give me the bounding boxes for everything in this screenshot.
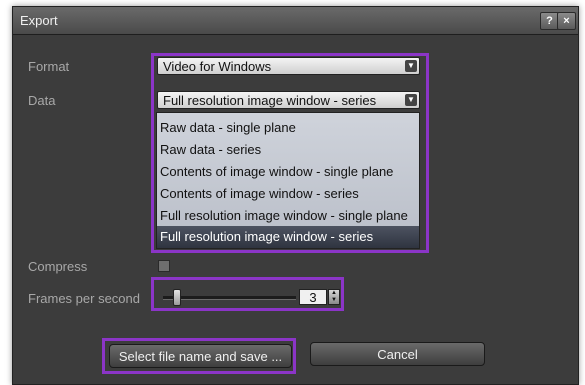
title-bar: Export ? × — [13, 7, 578, 35]
cancel-button[interactable]: Cancel — [310, 342, 485, 366]
data-label: Data — [28, 93, 56, 108]
dialog-title: Export — [20, 13, 58, 28]
close-button[interactable]: × — [557, 12, 576, 30]
format-label: Format — [28, 59, 70, 74]
highlight-save-button — [102, 338, 296, 374]
frames-label: Frames per second — [28, 291, 140, 306]
compress-checkbox[interactable] — [158, 260, 170, 272]
highlight-format-data — [151, 53, 429, 253]
highlight-frames — [151, 277, 344, 311]
compress-label: Compress — [28, 259, 88, 274]
